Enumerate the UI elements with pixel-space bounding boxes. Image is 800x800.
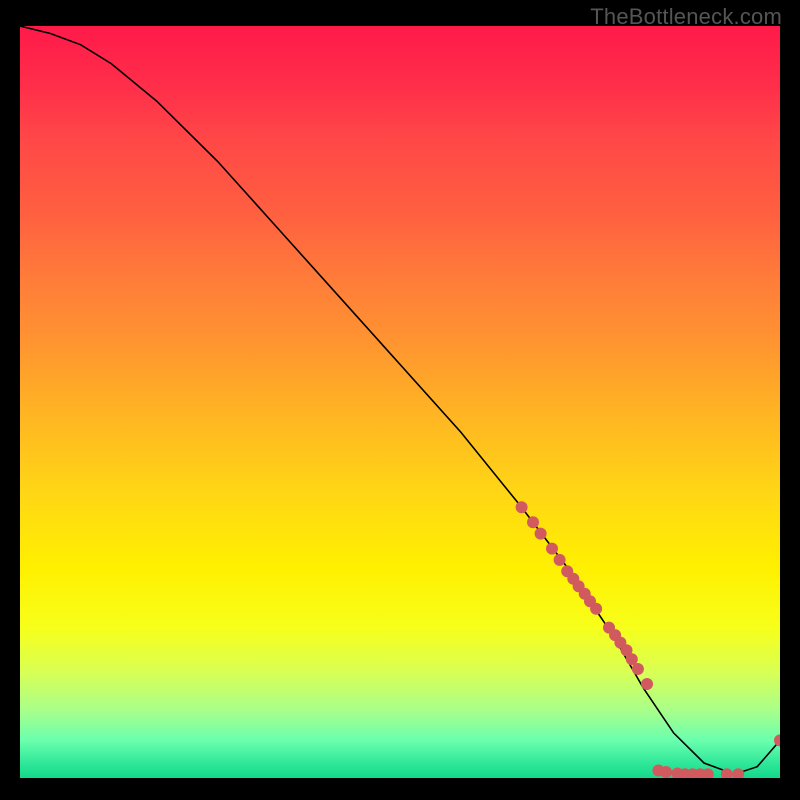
curve-marker <box>535 528 547 540</box>
curve-marker <box>774 734 780 746</box>
curve-marker <box>732 768 744 778</box>
chart-svg <box>20 26 780 778</box>
curve-marker <box>641 678 653 690</box>
curve-marker <box>516 501 528 513</box>
curve-marker <box>527 516 539 528</box>
bottleneck-curve <box>20 26 780 774</box>
curve-marker <box>632 663 644 675</box>
curve-marker <box>546 543 558 555</box>
curve-markers <box>516 501 780 778</box>
curve-marker <box>554 554 566 566</box>
curve-marker <box>590 603 602 615</box>
curve-marker <box>660 766 672 778</box>
chart-area <box>20 26 780 778</box>
watermark-text: TheBottleneck.com <box>590 4 782 30</box>
